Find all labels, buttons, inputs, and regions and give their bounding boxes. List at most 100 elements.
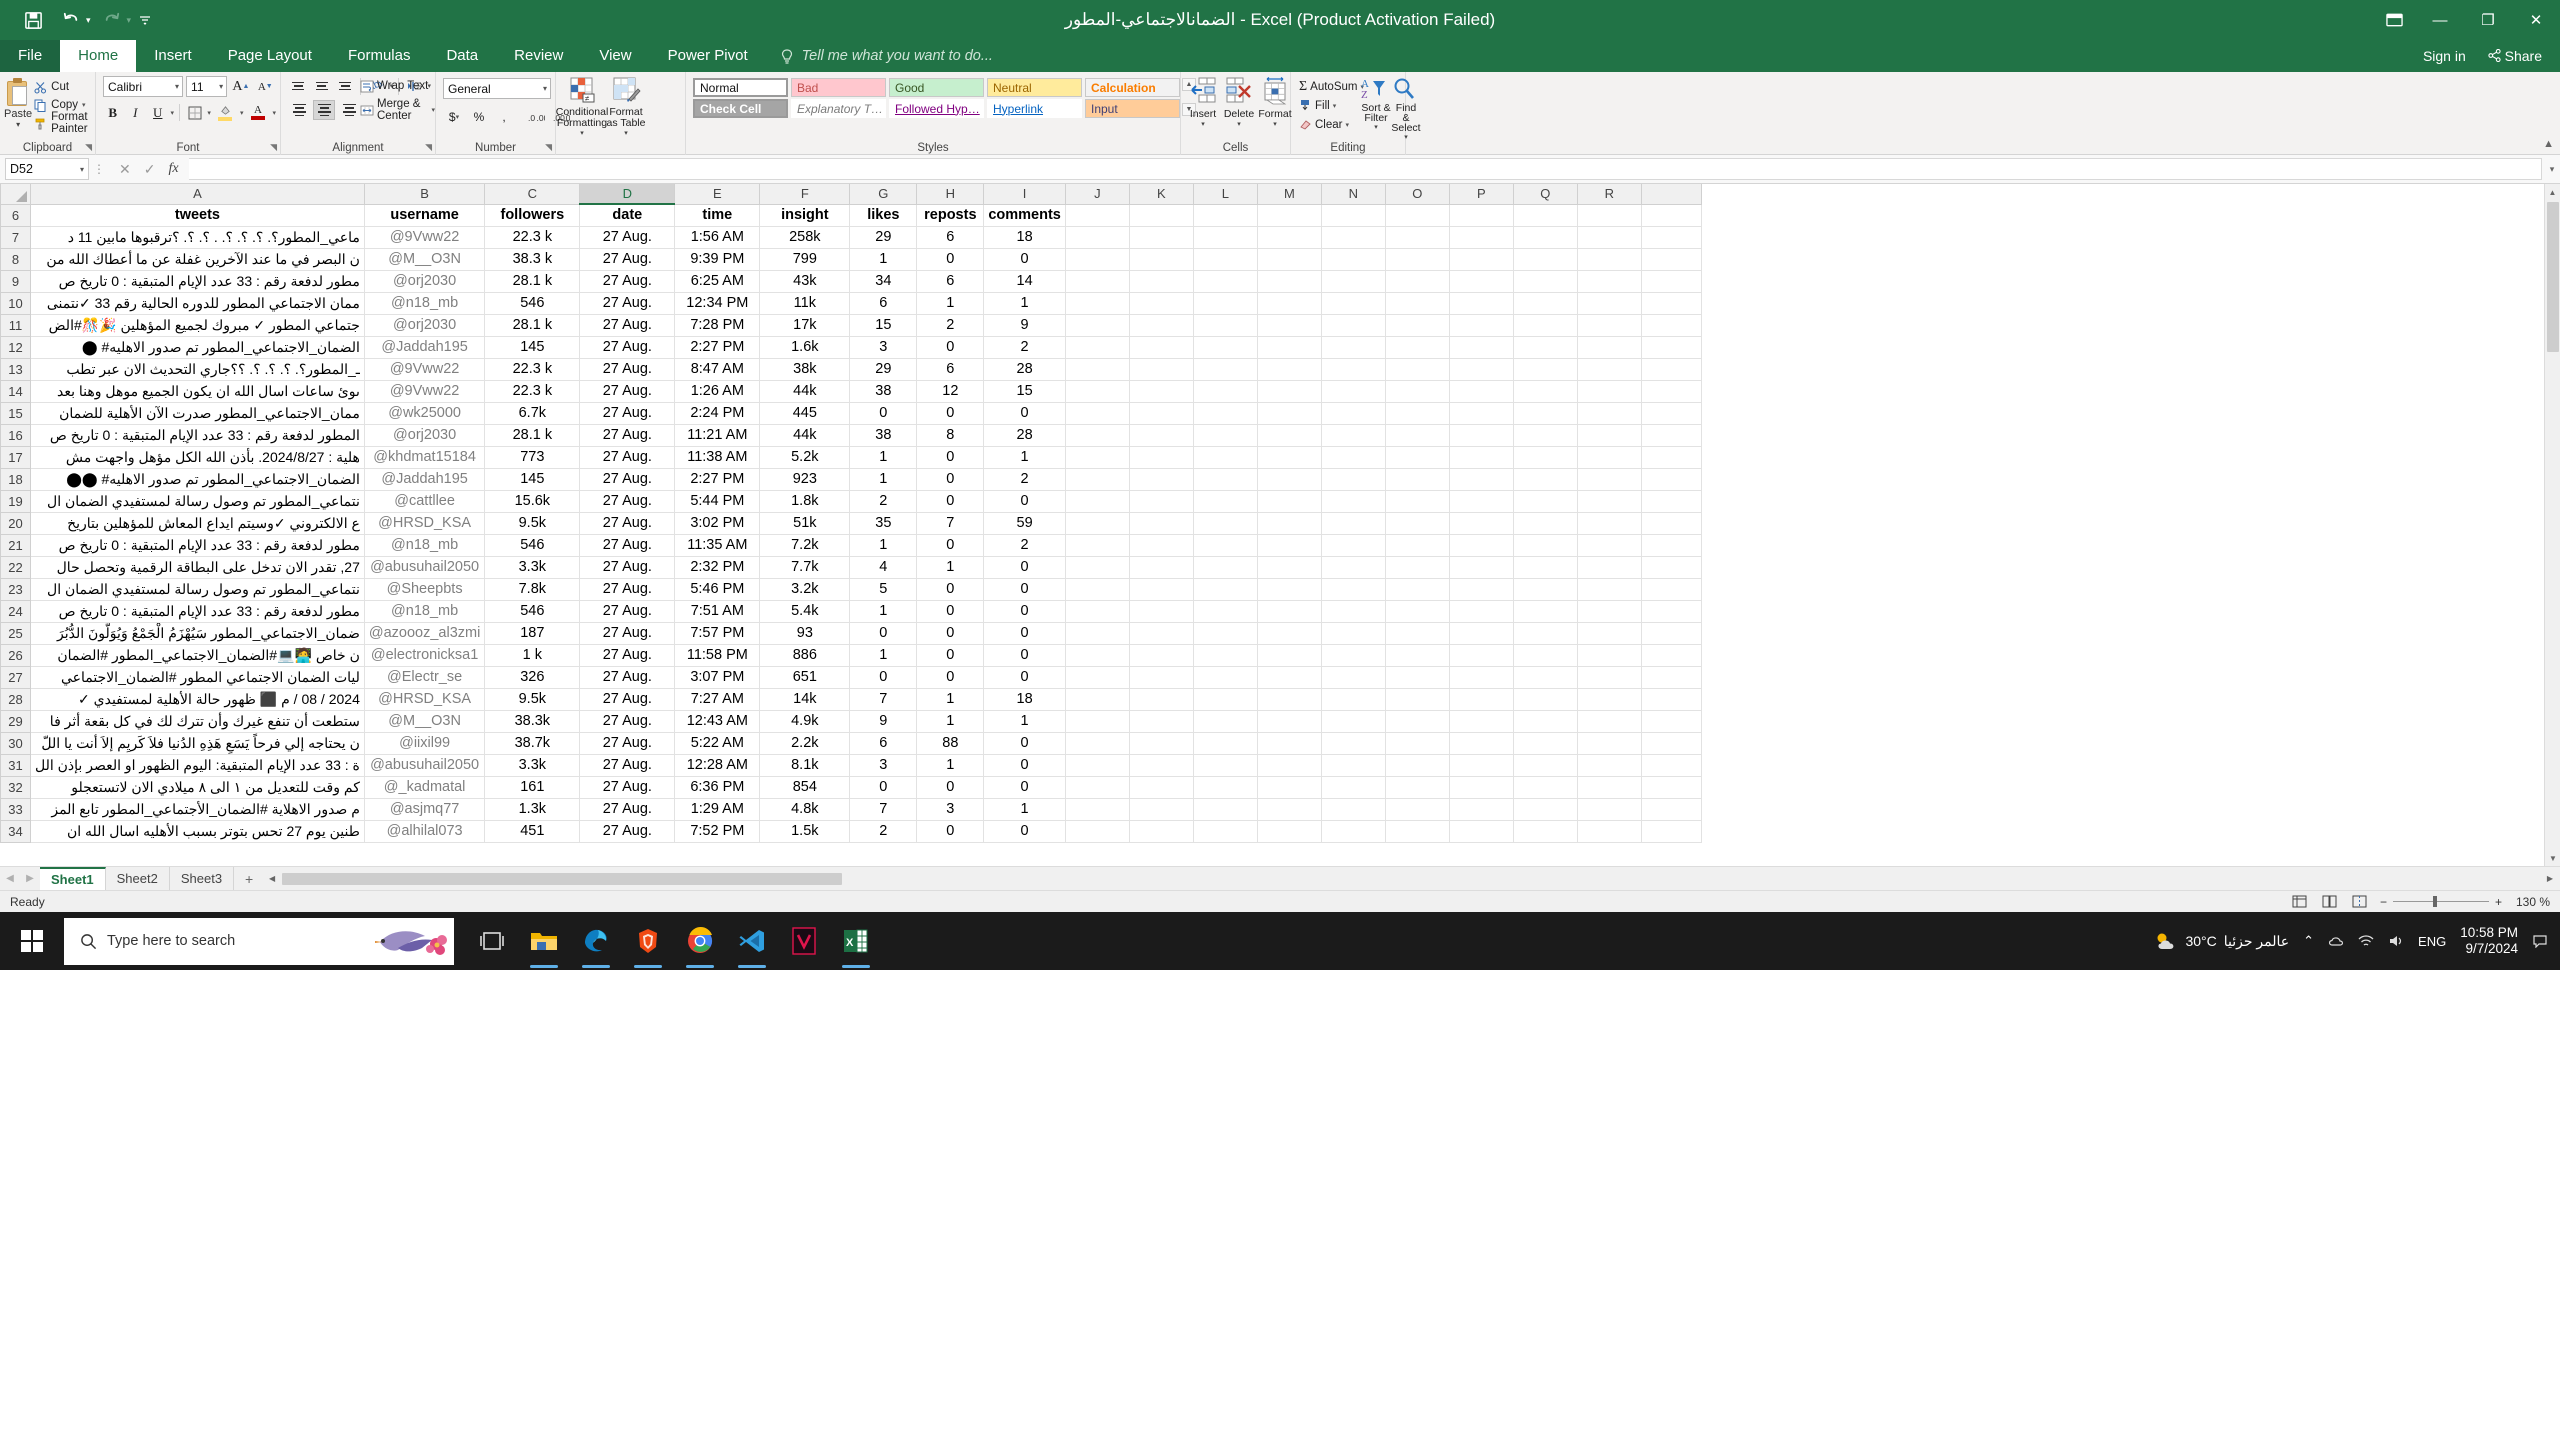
next-sheet-icon[interactable]: ▶: [20, 873, 40, 884]
column-header-O[interactable]: O: [1384, 184, 1450, 205]
cell-empty[interactable]: [1192, 819, 1258, 843]
cell-comments[interactable]: 0: [983, 599, 1066, 623]
cell-time[interactable]: 11:21 AM: [674, 423, 761, 447]
row-header-34[interactable]: 34: [0, 819, 31, 843]
header-followers[interactable]: followers: [484, 203, 581, 227]
cell-empty[interactable]: [1384, 291, 1450, 315]
cell-empty[interactable]: [1192, 379, 1258, 403]
expand-formula-bar-icon[interactable]: ▾: [2544, 164, 2560, 175]
cell-insight[interactable]: 651: [759, 665, 851, 689]
cell-date[interactable]: 27 Aug.: [579, 643, 676, 667]
cell-empty[interactable]: [1448, 313, 1514, 337]
column-header-E[interactable]: E: [674, 184, 761, 205]
cell-likes[interactable]: 5: [849, 577, 918, 601]
header-date[interactable]: date: [579, 203, 676, 227]
cell-empty[interactable]: [1320, 665, 1386, 689]
cell-empty[interactable]: [1256, 313, 1322, 337]
cell-date[interactable]: 27 Aug.: [579, 269, 676, 293]
cell-empty[interactable]: [1448, 599, 1514, 623]
cell-tweets[interactable]: مطور لدفعة رقم : 33 عدد الإيام المتبقية …: [30, 269, 365, 293]
cell-empty[interactable]: [1576, 665, 1642, 689]
align-bottom-button[interactable]: [335, 76, 355, 96]
cell-empty[interactable]: [1320, 247, 1386, 271]
underline-dropdown-icon[interactable]: ▾: [171, 109, 175, 117]
tell-me-box[interactable]: Tell me what you want to do...: [766, 40, 993, 72]
tab-power-pivot[interactable]: Power Pivot: [650, 40, 766, 72]
cell-empty[interactable]: [1640, 577, 1702, 601]
chrome-icon[interactable]: [676, 912, 724, 970]
cell-empty[interactable]: [1448, 555, 1514, 579]
cell-empty[interactable]: [1448, 335, 1514, 359]
cell-empty[interactable]: [1512, 599, 1578, 623]
cell-empty[interactable]: [1192, 467, 1258, 491]
cell-followers[interactable]: 326: [484, 665, 581, 689]
cell-empty[interactable]: [1384, 731, 1450, 755]
cell-time[interactable]: 12:28 AM: [674, 753, 761, 777]
cell-date[interactable]: 27 Aug.: [579, 731, 676, 755]
cell-empty[interactable]: [1256, 709, 1322, 733]
cell-empty[interactable]: [1384, 445, 1450, 469]
cell-empty[interactable]: [1640, 643, 1702, 667]
cell-insight[interactable]: 17k: [759, 313, 851, 337]
cell-likes[interactable]: 29: [849, 357, 918, 381]
column-header-B[interactable]: B: [363, 184, 486, 205]
cell-empty[interactable]: [1576, 599, 1642, 623]
formula-input[interactable]: [188, 158, 2542, 180]
column-header-J[interactable]: J: [1064, 184, 1130, 205]
vertical-scrollbar[interactable]: ▲ ▼: [2544, 184, 2560, 866]
share-button[interactable]: Share: [2488, 48, 2542, 64]
header-reposts[interactable]: reposts: [916, 203, 985, 227]
cell-empty[interactable]: [1064, 687, 1130, 711]
cell-followers[interactable]: 1 k: [484, 643, 581, 667]
cell-comments[interactable]: 1: [983, 797, 1066, 821]
cell-time[interactable]: 2:27 PM: [674, 467, 761, 491]
cell-empty[interactable]: [1384, 313, 1450, 337]
cell-comments[interactable]: 0: [983, 665, 1066, 689]
cell-tweets[interactable]: كم وقت للتعديل من ١ الى ٨ ميلادي الان لا…: [30, 775, 365, 799]
cell-tweets[interactable]: المطور لدفعة رقم : 33 عدد الإيام المتبقي…: [30, 423, 365, 447]
cell-empty[interactable]: [1640, 555, 1702, 579]
cell-empty[interactable]: [1064, 599, 1130, 623]
percent-button[interactable]: %: [468, 106, 490, 127]
cell-insight[interactable]: 11k: [759, 291, 851, 315]
cell-style-hyperlink[interactable]: Hyperlink: [987, 99, 1082, 118]
cell-likes[interactable]: 1: [849, 643, 918, 667]
cell-likes[interactable]: 1: [849, 467, 918, 491]
align-center-button[interactable]: [313, 100, 335, 120]
ribbon-display-options-icon[interactable]: [2372, 0, 2416, 40]
cell-date[interactable]: 27 Aug.: [579, 445, 676, 469]
taskbar-search[interactable]: Type here to search: [64, 917, 454, 965]
cell-insight[interactable]: 3.2k: [759, 577, 851, 601]
cell-empty[interactable]: [1512, 247, 1578, 271]
cell-style-normal[interactable]: Normal: [693, 78, 788, 97]
cell-username[interactable]: @HRSD_KSA: [363, 687, 486, 711]
cell-empty[interactable]: [1064, 731, 1130, 755]
cell-comments[interactable]: 59: [983, 511, 1066, 535]
cell-empty[interactable]: [1192, 269, 1258, 293]
cell-date[interactable]: 27 Aug.: [579, 533, 676, 557]
header-insight[interactable]: insight: [759, 203, 851, 227]
cell-empty[interactable]: [1512, 225, 1578, 249]
cell-tweets[interactable]: نتماعي_المطور تم وصول رسالة لمستفيدي الض…: [30, 489, 365, 513]
add-sheet-button[interactable]: +: [234, 871, 264, 887]
cell-empty[interactable]: [1320, 621, 1386, 645]
cell-empty[interactable]: [1256, 731, 1322, 755]
cell-followers[interactable]: 161: [484, 775, 581, 799]
cell-empty[interactable]: [1512, 291, 1578, 315]
cell-insight[interactable]: 5.2k: [759, 445, 851, 469]
cell-insight[interactable]: 8.1k: [759, 753, 851, 777]
cell-empty[interactable]: [1128, 445, 1194, 469]
cell-empty[interactable]: [1064, 489, 1130, 513]
number-dialog-launcher[interactable]: ◥: [545, 142, 552, 153]
sign-in-link[interactable]: Sign in: [2423, 48, 2466, 64]
cell-reposts[interactable]: 88: [916, 731, 985, 755]
cell-followers[interactable]: 9.5k: [484, 687, 581, 711]
cell-reposts[interactable]: 0: [916, 467, 985, 491]
cell-empty[interactable]: [1320, 819, 1386, 843]
cell-time[interactable]: 5:22 AM: [674, 731, 761, 755]
minimize-button[interactable]: —: [2416, 0, 2464, 40]
cell-reposts[interactable]: 1: [916, 753, 985, 777]
cell-comments[interactable]: 28: [983, 423, 1066, 447]
cell-empty[interactable]: [1256, 225, 1322, 249]
cell-date[interactable]: 27 Aug.: [579, 335, 676, 359]
